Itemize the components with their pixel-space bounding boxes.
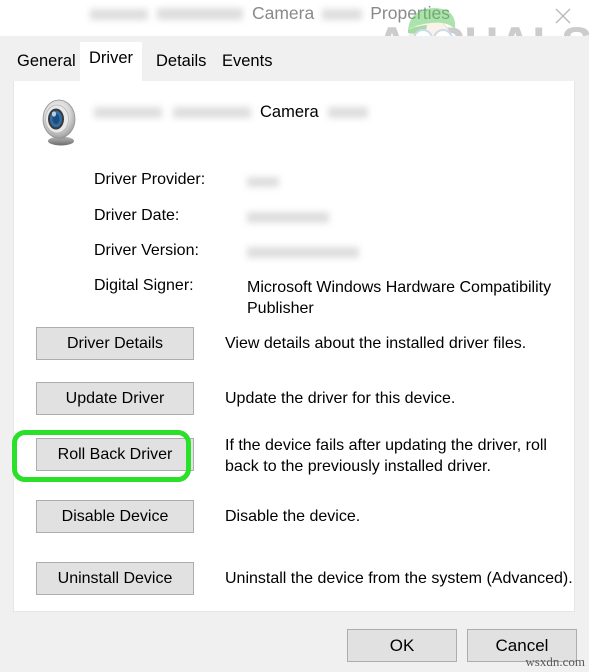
uninstall-device-button[interactable]: Uninstall Device [36,562,194,595]
action-row-update-driver: Update Driver Update the driver for this… [14,382,574,416]
property-label: Digital Signer: [94,277,194,294]
property-value: Microsoft Windows Hardware Compatibility… [247,279,552,317]
page-watermark: wsxdn.com [525,654,585,669]
driver-tab-panel: Camera Driver Provider: Driver Date: Dri… [13,81,575,612]
action-row-roll-back-driver: Roll Back Driver If the device fails aft… [14,437,574,475]
property-label: Driver Version: [94,242,199,259]
webcam-icon [35,98,87,150]
device-name-camera: Camera [260,103,319,121]
roll-back-driver-button[interactable]: Roll Back Driver [36,438,194,471]
tab-events[interactable]: Events [213,46,281,82]
driver-details-button[interactable]: Driver Details [36,327,194,360]
device-name: Camera [94,103,368,125]
redacted-driver-provider [247,176,279,187]
window-title-properties: Properties [370,3,450,23]
property-value [247,207,567,228]
redacted-device-part-3 [327,107,368,119]
action-row-driver-details: Driver Details View details about the in… [14,327,574,361]
close-icon[interactable] [548,2,578,30]
driver-details-description: View details about the installed driver … [225,335,527,352]
property-label: Driver Date: [94,207,180,224]
tab-general[interactable]: General [8,46,85,82]
update-driver-button[interactable]: Update Driver [36,382,194,415]
redacted-device-part-1 [94,107,162,119]
disable-device-description: Disable the device. [225,508,361,525]
redacted-title-part-2 [156,8,243,21]
roll-back-driver-description: If the device fails after updating the d… [225,437,547,475]
action-row-uninstall-device: Uninstall Device Uninstall the device fr… [14,562,574,596]
window-title: Camera Properties [0,3,540,24]
redacted-driver-date [247,212,329,224]
update-driver-description: Update the driver for this device. [225,390,456,407]
uninstall-device-description: Uninstall the device from the system (Ad… [225,570,573,587]
property-label: Driver Provider: [94,171,206,188]
title-bar: Camera Properties [0,0,589,37]
tab-details[interactable]: Details [147,46,215,82]
disable-device-button[interactable]: Disable Device [36,500,194,533]
redacted-title-part-1 [89,8,148,20]
property-value [247,171,567,192]
redacted-driver-version [247,247,359,259]
ok-button[interactable]: OK [347,629,457,662]
tab-strip: General Driver Details Events [0,36,589,82]
action-row-disable-device: Disable Device Disable the device. [14,500,574,534]
redacted-title-part-3 [322,8,363,20]
redacted-device-part-2 [173,107,251,119]
property-value [247,242,567,263]
device-properties-dialog: CameraProperties A PUALS [0,0,589,672]
tab-driver[interactable]: Driver [80,42,142,82]
window-title-camera: Camera [251,3,315,23]
